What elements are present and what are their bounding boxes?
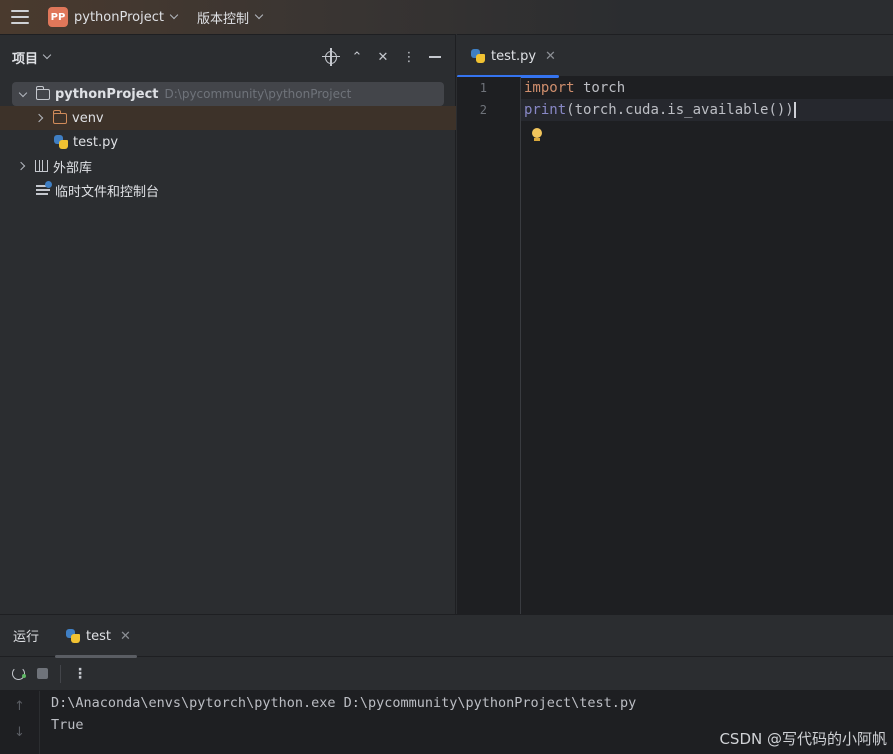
options-icon[interactable]: ⋮ bbox=[403, 50, 416, 65]
code-line[interactable]: import torch bbox=[524, 80, 625, 96]
title-bar: PP pythonProject 版本控制 bbox=[0, 0, 893, 34]
tree-item-external-libraries[interactable]: 外部库 bbox=[12, 154, 444, 178]
line-number: 1 bbox=[479, 81, 487, 95]
vcs-menu[interactable]: 版本控制 bbox=[197, 8, 249, 27]
tree-item-label: 临时文件和控制台 bbox=[55, 184, 160, 200]
console-output[interactable]: ↑ ↓ D:\Anaconda\envs\pytorch\python.exe … bbox=[0, 691, 893, 754]
expand-all-icon[interactable]: ⌃ bbox=[351, 50, 363, 65]
tab-label: test.py bbox=[491, 48, 537, 64]
tab-run-test[interactable]: test ✕ bbox=[55, 615, 137, 658]
code-line[interactable]: print(torch.cuda.is_available()) bbox=[524, 102, 796, 118]
text-caret bbox=[793, 102, 796, 118]
folder-icon bbox=[52, 109, 67, 124]
collapse-all-icon[interactable]: ✕ bbox=[377, 50, 389, 65]
hide-panel-icon[interactable] bbox=[429, 50, 441, 64]
toolbar-separator bbox=[60, 664, 61, 683]
python-file-icon bbox=[54, 135, 68, 149]
line-number: 2 bbox=[479, 103, 487, 117]
close-icon[interactable]: ✕ bbox=[120, 629, 131, 644]
locate-icon[interactable] bbox=[322, 47, 340, 66]
console-sidebar: ↑ ↓ bbox=[0, 691, 40, 754]
tree-item-pythonproject[interactable]: pythonProject D:\pycommunity\pythonProje… bbox=[12, 82, 444, 106]
main-menu-icon[interactable] bbox=[11, 10, 29, 24]
folder-icon bbox=[35, 85, 50, 100]
more-options-icon[interactable]: ⋮ bbox=[73, 666, 87, 682]
run-panel-title: 运行 bbox=[13, 630, 40, 645]
close-icon[interactable]: ✕ bbox=[545, 49, 556, 64]
project-panel-title[interactable]: 项目 bbox=[12, 48, 38, 67]
tree-item-venv[interactable]: venv bbox=[0, 106, 456, 130]
stop-icon[interactable] bbox=[37, 668, 48, 679]
project-switcher[interactable]: pythonProject bbox=[74, 10, 164, 25]
project-panel: 项目 ⌃ ✕ ⋮ pythonProject D:\pycommunity\py… bbox=[0, 34, 456, 614]
project-path: D:\pycommunity\pythonProject bbox=[164, 87, 352, 101]
tree-item-label: pythonProject bbox=[55, 86, 159, 102]
scratches-icon bbox=[36, 181, 52, 196]
tree-item-scratches[interactable]: 临时文件和控制台 bbox=[12, 178, 444, 202]
tree-item-test-py[interactable]: test.py bbox=[12, 130, 444, 154]
watermark: CSDN @写代码的小阿帆 bbox=[719, 730, 887, 748]
tab-label: test bbox=[86, 628, 111, 644]
chevron-down-icon[interactable] bbox=[42, 50, 52, 60]
chevron-right-icon[interactable] bbox=[30, 113, 48, 123]
intention-bulb-icon[interactable] bbox=[532, 128, 543, 142]
console-line: True bbox=[51, 717, 84, 733]
rerun-icon[interactable] bbox=[12, 667, 26, 680]
scroll-down-icon[interactable]: ↓ bbox=[14, 725, 25, 740]
run-toolbar: ⋮ bbox=[0, 657, 893, 691]
active-tab-indicator bbox=[55, 655, 137, 658]
line-gutter[interactable]: 1 2 bbox=[457, 77, 521, 615]
chevron-right-icon[interactable] bbox=[12, 161, 30, 171]
python-file-icon bbox=[471, 49, 485, 63]
run-tabbar: 运行 test ✕ bbox=[0, 615, 893, 658]
project-badge: PP bbox=[48, 7, 68, 27]
project-panel-header: 项目 ⌃ ✕ ⋮ bbox=[0, 35, 455, 79]
tree-item-label: 外部库 bbox=[53, 160, 93, 176]
python-file-icon bbox=[66, 629, 80, 643]
editor: test.py ✕ 1 2 import torch print(torch.c… bbox=[457, 34, 893, 615]
tree-item-label: test.py bbox=[73, 134, 119, 150]
tab-test-py[interactable]: test.py ✕ bbox=[457, 35, 559, 78]
console-line: D:\Anaconda\envs\pytorch\python.exe D:\p… bbox=[51, 695, 637, 711]
editor-tabbar: test.py ✕ bbox=[457, 35, 893, 78]
scroll-up-icon[interactable]: ↑ bbox=[14, 699, 25, 714]
library-icon bbox=[35, 160, 48, 172]
chevron-down-icon[interactable] bbox=[254, 10, 264, 20]
run-panel: 运行 test ✕ ⋮ ↑ ↓ D:\Anaconda\envs\pytorch… bbox=[0, 614, 893, 754]
tree-item-label: venv bbox=[72, 110, 104, 126]
chevron-down-icon[interactable] bbox=[169, 10, 179, 20]
chevron-down-icon[interactable] bbox=[14, 88, 32, 97]
